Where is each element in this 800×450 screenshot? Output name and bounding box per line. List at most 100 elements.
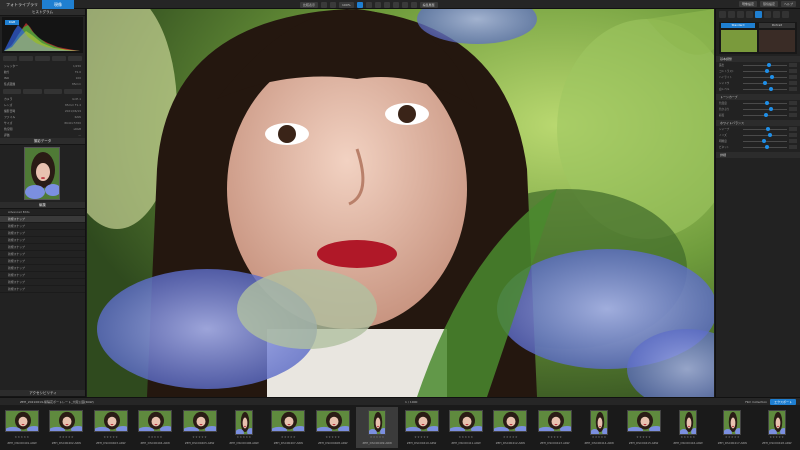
- eyedropper-icon[interactable]: [383, 1, 390, 8]
- filmstrip-thumbnail[interactable]: [138, 410, 173, 432]
- slider-track[interactable]: [743, 133, 787, 137]
- edit-list-item[interactable]: 新規スナップ: [0, 286, 85, 293]
- edit-list-item[interactable]: 新規スナップ: [0, 230, 85, 237]
- filmstrip-frame[interactable]: ★★★★★ ZEH_DSC00415.ARW: [623, 407, 665, 448]
- filmstrip-thumbnail[interactable]: [404, 410, 439, 432]
- zoom-select[interactable]: 100%: [339, 1, 354, 8]
- rating-stars[interactable]: ★★★★★: [90, 435, 132, 439]
- slider-knob[interactable]: [765, 127, 770, 131]
- edit-list-item[interactable]: 新規スナップ: [0, 244, 85, 251]
- filmstrip-thumbnail[interactable]: [368, 410, 387, 435]
- slider-track[interactable]: [743, 87, 787, 91]
- filmstrip-thumbnail[interactable]: [5, 410, 39, 432]
- filmstrip-thumbnail[interactable]: [493, 410, 528, 432]
- filmstrip-frame[interactable]: ★★★★★ ZEH_DSC00402.ARW: [45, 407, 87, 448]
- histogram-btn-1[interactable]: [3, 56, 18, 61]
- slider-value-box[interactable]: [789, 87, 797, 91]
- filmstrip-thumbnail[interactable]: [235, 410, 253, 435]
- filmstrip-frame[interactable]: ★★★★★ ZEH_DSC00414.ARW: [578, 407, 620, 448]
- edit-list-item[interactable]: 新規スナップ: [0, 258, 85, 265]
- filmstrip-thumbnail[interactable]: [182, 410, 217, 432]
- edit-list-header[interactable]: 編集: [0, 202, 85, 209]
- main-image-viewer[interactable]: [87, 9, 714, 397]
- histogram-header[interactable]: ヒストグラム: [0, 9, 85, 16]
- view-btn-2[interactable]: [23, 89, 42, 94]
- compare-button[interactable]: 比較表示: [300, 1, 319, 8]
- rating-stars[interactable]: ★★★★★: [623, 435, 665, 439]
- filmstrip-frame[interactable]: ★★★★★ ZEH_DSC00411.ARW: [445, 407, 487, 448]
- edit-list-item[interactable]: 新規スナップ: [0, 237, 85, 244]
- left-footer[interactable]: アクセシビリティ: [0, 390, 85, 397]
- filmstrip-thumbnail[interactable]: [767, 410, 786, 435]
- color-icon[interactable]: [737, 11, 744, 18]
- slider-knob[interactable]: [762, 81, 767, 85]
- filmstrip-thumbnail[interactable]: [537, 410, 572, 432]
- filmstrip-thumbnail[interactable]: [449, 410, 483, 432]
- edit-list-item[interactable]: 新規スナップ: [0, 279, 85, 286]
- rating-stars[interactable]: ★★★★★: [134, 435, 176, 439]
- rating-stars[interactable]: ★★★★★: [667, 435, 709, 439]
- histogram-btn-5[interactable]: [67, 56, 83, 61]
- view-btn-3[interactable]: [43, 89, 62, 94]
- slider-track[interactable]: [743, 145, 787, 149]
- section-detail[interactable]: 詳細: [716, 152, 800, 158]
- filmstrip-thumbnail[interactable]: [271, 410, 306, 432]
- preset-button[interactable]: 現像設定: [738, 1, 757, 7]
- histogram-channel-badge[interactable]: RGB: [5, 20, 19, 25]
- preset-tab-standard[interactable]: Standard: [721, 23, 755, 28]
- preset-icon[interactable]: [755, 11, 762, 18]
- slider-knob[interactable]: [768, 87, 773, 91]
- edit-list-item[interactable]: 新規スナップ: [0, 272, 85, 279]
- rating-stars[interactable]: ★★★★★: [534, 435, 576, 439]
- edit-list-item[interactable]: 新規スナップ: [0, 265, 85, 272]
- slider-knob[interactable]: [762, 139, 767, 143]
- filmstrip-thumbnail[interactable]: [93, 410, 128, 432]
- filmstrip-thumbnail[interactable]: [626, 410, 661, 432]
- histogram-btn-4[interactable]: [51, 56, 66, 61]
- preset-swatch-b[interactable]: [759, 30, 795, 52]
- help-button[interactable]: ヘルプ: [780, 1, 796, 7]
- rating-stars[interactable]: ★★★★★: [711, 435, 753, 439]
- thumbnail-header[interactable]: 撮影データ: [0, 138, 85, 145]
- brush-icon[interactable]: [374, 1, 381, 8]
- slider-track[interactable]: [743, 75, 787, 79]
- slider-value-box[interactable]: [789, 139, 797, 143]
- slider-knob[interactable]: [770, 75, 775, 79]
- rating-stars[interactable]: ★★★★★: [356, 435, 398, 439]
- slider-value-box[interactable]: [789, 145, 797, 149]
- filmstrip-frame[interactable]: ★★★★★ ZEH_DSC00418.ARW: [756, 407, 798, 448]
- single-view-icon[interactable]: [330, 1, 337, 8]
- before-after-icon[interactable]: [410, 1, 417, 8]
- slider-track[interactable]: [743, 107, 787, 111]
- slider-value-box[interactable]: [789, 133, 797, 137]
- filmstrip-frame[interactable]: ★★★★★ ZEH_DSC00406.ARW: [223, 407, 265, 448]
- tab-library[interactable]: フォトライブラリ: [0, 0, 42, 9]
- rating-stars[interactable]: ★★★★★: [45, 435, 87, 439]
- rating-stars[interactable]: ★★★★★: [179, 435, 221, 439]
- settings-button[interactable]: 環境設定: [759, 1, 778, 7]
- tone-icon[interactable]: [728, 11, 735, 18]
- slider-knob[interactable]: [765, 145, 769, 149]
- rating-stars[interactable]: ★★★★★: [445, 435, 487, 439]
- preset-preview[interactable]: Standard Portrait: [719, 22, 797, 54]
- histogram-btn-3[interactable]: [35, 56, 50, 61]
- edit-list-item[interactable]: 新規スナップ: [0, 216, 85, 223]
- heal-icon[interactable]: [392, 1, 399, 8]
- filmstrip-frame[interactable]: ★★★★★ ZEH_DSC00404.ARW: [134, 407, 176, 448]
- rating-stars[interactable]: ★★★★★: [489, 435, 531, 439]
- filmstrip-frame[interactable]: ★★★★★ ZEH_DSC00413.ARW: [534, 407, 576, 448]
- preset-swatch-a[interactable]: [721, 30, 757, 52]
- filmstrip-frame[interactable]: ★★★★★ ZEH_DSC00409.ARW: [356, 407, 399, 448]
- view-btn-4[interactable]: [63, 89, 82, 94]
- slider-value-box[interactable]: [789, 63, 797, 67]
- rating-stars[interactable]: ★★★★★: [401, 435, 443, 439]
- adjust-slider[interactable]: 白レベル: [716, 86, 800, 92]
- rating-stars[interactable]: ★★★★★: [578, 435, 620, 439]
- slider-knob[interactable]: [765, 101, 769, 105]
- filmstrip-frame[interactable]: ★★★★★ ZEH_DSC00407.ARW: [267, 407, 309, 448]
- slider-knob[interactable]: [765, 69, 769, 73]
- more-icon[interactable]: [782, 11, 789, 18]
- filmstrip-frame[interactable]: ★★★★★ ZEH_DSC00403.ARW: [90, 407, 132, 448]
- slider-track[interactable]: [743, 69, 787, 73]
- edit-list-item[interactable]: 新規スナップ: [0, 251, 85, 258]
